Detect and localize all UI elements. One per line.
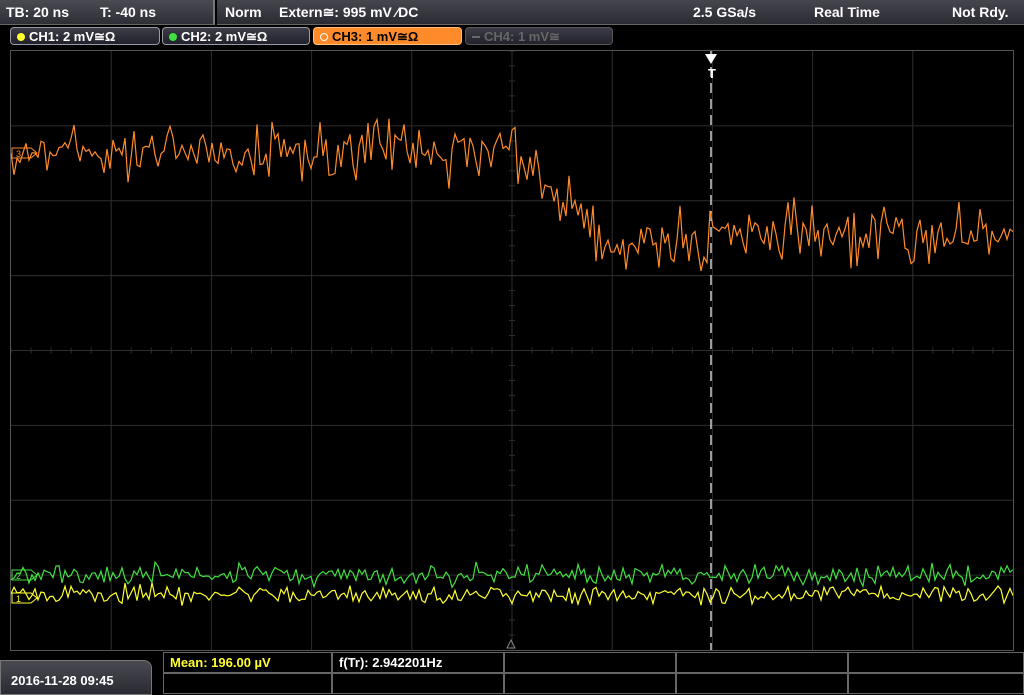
ch1-level-marker[interactable]: 1	[11, 592, 38, 604]
waveform-canvas[interactable]: T 3 2 1	[11, 51, 1013, 650]
tab-ch2[interactable]: CH2: 2 mV≅Ω	[162, 27, 310, 45]
timebase-panel[interactable]: TB: 20 ns T: -40 ns	[0, 0, 215, 25]
ch2-dot-icon	[169, 33, 177, 41]
timebase-label: TB: 20 ns	[6, 4, 70, 20]
trigger-position-icon[interactable]	[705, 54, 717, 64]
ch3-dot-icon	[320, 33, 328, 41]
measurement-slot-10[interactable]	[848, 673, 1024, 694]
measurement-slot-4[interactable]	[676, 652, 848, 673]
ch4-label: CH4: 1 mV≅	[484, 29, 560, 44]
trigger-marker-label: T	[708, 66, 716, 81]
trigger-mode-label: Norm	[225, 4, 262, 20]
center-marker-icon	[506, 638, 516, 649]
trigger-panel[interactable]: Norm Extern≅: 995 mV ⁄DC 2.5 GSa/s Real …	[217, 0, 1024, 25]
date-time-panel: 2016-11-28 09:45	[0, 660, 152, 695]
status-bar: TB: 20 ns T: -40 ns Norm Extern≅: 995 mV…	[0, 0, 1024, 25]
trigger-source-label: Extern≅: 995 mV ⁄DC	[279, 4, 419, 20]
freq-value: f(Tr): 2.942201Hz	[339, 655, 443, 670]
ch1-marker-label: 1	[16, 594, 21, 604]
ch1-label: CH1: 2 mV≅Ω	[29, 29, 116, 44]
channel-bar: CH1: 2 mV≅Ω CH2: 2 mV≅Ω CH3: 1 mV≅Ω CH4:…	[0, 25, 1024, 49]
measurement-slot-3[interactable]	[504, 652, 676, 673]
tab-ch4[interactable]: CH4: 1 mV≅	[465, 27, 613, 45]
sample-rate-label: 2.5 GSa/s	[693, 4, 757, 20]
measurement-mean[interactable]: Mean: 196.00 µV	[163, 652, 332, 673]
ch4-dot-icon	[472, 36, 480, 38]
graticule	[11, 51, 1013, 650]
measurement-slot-6[interactable]	[163, 673, 332, 694]
measurement-slot-8[interactable]	[504, 673, 676, 694]
mean-value: Mean: 196.00 µV	[170, 655, 271, 670]
ch2-marker-label: 2	[16, 571, 21, 581]
trigger-time-label: T: -40 ns	[100, 4, 157, 20]
ch2-label: CH2: 2 mV≅Ω	[181, 29, 268, 44]
waveform-display[interactable]: T 3 2 1	[10, 50, 1014, 651]
ch3-marker-label: 3	[16, 149, 21, 159]
tab-ch1[interactable]: CH1: 2 mV≅Ω	[10, 27, 160, 45]
ch1-dot-icon	[17, 33, 25, 41]
measurement-panel: Mean: 196.00 µV f(Tr): 2.942201Hz	[163, 652, 1024, 695]
status-label: Not Rdy.	[952, 4, 1009, 20]
date-time-label: 2016-11-28 09:45	[11, 673, 114, 688]
ch3-label: CH3: 1 mV≅Ω	[332, 29, 419, 44]
acquisition-mode-label: Real Time	[814, 4, 880, 20]
bottom-bar: 2016-11-28 09:45 Mean: 196.00 µV f(Tr): …	[0, 652, 1024, 695]
measurement-slot-5[interactable]	[848, 652, 1024, 673]
measurement-freq[interactable]: f(Tr): 2.942201Hz	[332, 652, 504, 673]
measurement-slot-7[interactable]	[332, 673, 504, 694]
measurement-slot-9[interactable]	[676, 673, 848, 694]
tab-ch3[interactable]: CH3: 1 mV≅Ω	[313, 27, 462, 45]
